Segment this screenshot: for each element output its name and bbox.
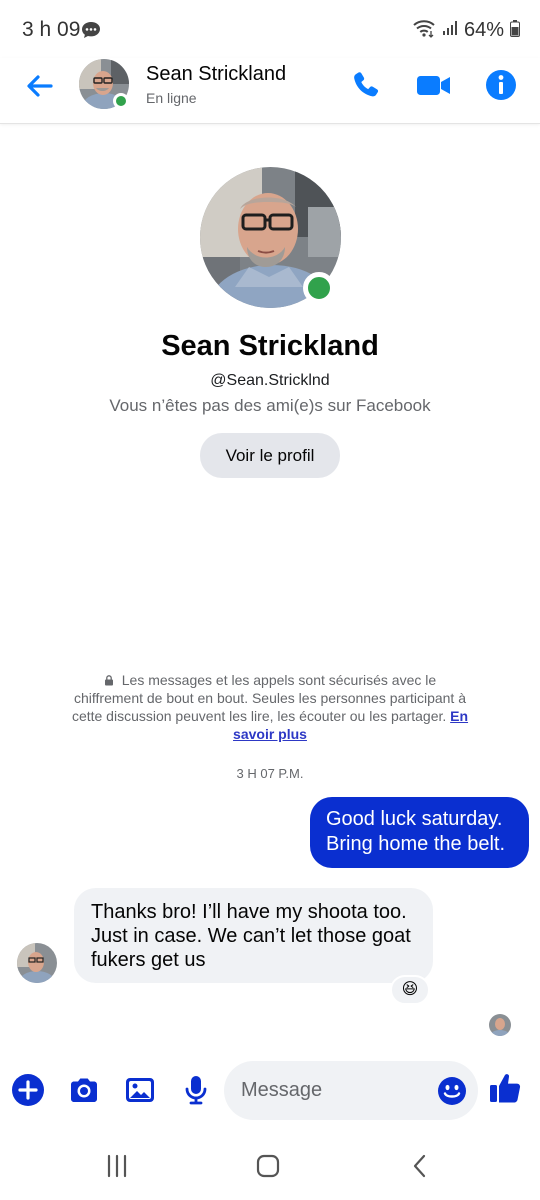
- gallery-icon[interactable]: [123, 1073, 157, 1107]
- laughing-emoji: 😆: [401, 981, 419, 998]
- encryption-notice: Les messages et les appels sont sécurisé…: [70, 671, 470, 743]
- status-bar: 3 h 09 64%: [0, 0, 540, 58]
- back-arrow-icon[interactable]: [24, 70, 56, 102]
- online-indicator: [303, 272, 335, 304]
- outgoing-message[interactable]: Good luck saturday. Bring home the belt.: [310, 797, 529, 868]
- message-line: Thanks bro! I’ll have my shoota too.: [91, 901, 407, 923]
- plus-icon[interactable]: [11, 1073, 45, 1107]
- message-line: fukers get us: [91, 949, 206, 971]
- chat-header: Sean Strickland En ligne: [0, 58, 540, 124]
- microphone-icon[interactable]: [179, 1073, 213, 1107]
- chat-bubble-icon: [81, 21, 101, 44]
- thumbs-up-icon[interactable]: [489, 1070, 523, 1104]
- online-indicator: [113, 93, 129, 109]
- message-line: Just in case. We can’t let those goat: [91, 925, 411, 947]
- back-icon[interactable]: [400, 1148, 440, 1184]
- message-line: Good luck saturday.: [326, 808, 503, 830]
- message-line: Bring home the belt.: [326, 833, 505, 855]
- recent-apps-icon[interactable]: [97, 1148, 137, 1184]
- status-time: 3 h 09: [22, 18, 81, 41]
- profile-handle: @Sean.Stricklnd: [210, 372, 330, 389]
- sender-avatar[interactable]: [17, 943, 57, 983]
- wifi-icon: [412, 18, 436, 43]
- home-icon[interactable]: [248, 1148, 288, 1184]
- incoming-message[interactable]: Thanks bro! I’ll have my shoota too. Jus…: [74, 888, 433, 983]
- view-profile-button[interactable]: Voir le profil: [200, 433, 340, 478]
- message-reaction[interactable]: 😆: [390, 975, 430, 1005]
- signal-icon: [442, 20, 458, 41]
- message-composer: [224, 1061, 478, 1120]
- emoji-icon[interactable]: [437, 1076, 467, 1106]
- info-icon[interactable]: [484, 68, 518, 102]
- message-input[interactable]: [241, 1061, 431, 1120]
- profile-name: Sean Strickland: [161, 330, 379, 362]
- lock-icon: [104, 672, 122, 688]
- contact-status: En ligne: [146, 90, 197, 106]
- battery-percentage: 64%: [463, 19, 504, 41]
- seen-avatar: [489, 1014, 511, 1036]
- message-timestamp: 3 H 07 P.M.: [236, 766, 304, 781]
- friend-status: Vous n’êtes pas des ami(e)s sur Facebook: [109, 396, 431, 415]
- phone-icon[interactable]: [349, 68, 383, 102]
- status-icons: 64%: [412, 18, 520, 43]
- contact-name[interactable]: Sean Strickland: [146, 63, 286, 86]
- camera-icon[interactable]: [67, 1073, 101, 1107]
- video-icon[interactable]: [415, 68, 453, 102]
- encryption-text: Les messages et les appels sont sécurisé…: [71, 672, 466, 724]
- battery-icon: [510, 19, 520, 42]
